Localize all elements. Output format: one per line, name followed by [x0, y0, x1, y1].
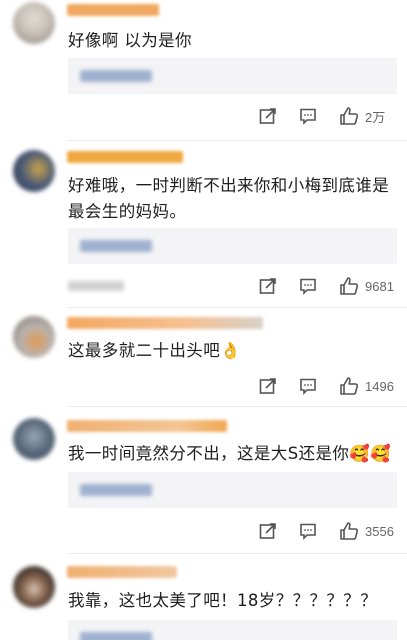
avatar[interactable]: [13, 316, 55, 358]
comment-text: 这最多就二十出头吧👌: [68, 341, 242, 360]
comment-text: 好难哦，一时判断不出来你和小梅到底谁是最会生的妈妈。: [68, 176, 390, 221]
comment-icon: [300, 278, 316, 295]
like-icon: [340, 277, 359, 295]
reply-preview[interactable]: [68, 58, 397, 94]
comment-text: 好像啊 以为是你: [68, 31, 192, 50]
divider: [68, 307, 407, 308]
comment-actions: 2万: [259, 105, 399, 127]
like-icon: [340, 522, 359, 540]
comment-icon: [300, 523, 316, 540]
divider: [68, 140, 407, 141]
comment-icon: [300, 378, 316, 395]
comment-button[interactable]: [299, 520, 317, 542]
like-icon: [340, 107, 359, 125]
username[interactable]: [67, 151, 183, 163]
like-count: 9681: [365, 278, 394, 294]
comment-actions: 3556: [259, 520, 399, 542]
username[interactable]: [67, 317, 263, 329]
share-button[interactable]: [259, 375, 277, 397]
comment-meta: [68, 281, 124, 291]
avatar[interactable]: [13, 418, 55, 460]
like-icon: [340, 377, 359, 395]
like-button[interactable]: 2万: [339, 105, 399, 127]
comment-actions: 9681: [259, 275, 399, 297]
like-count: 2万: [365, 109, 386, 125]
username[interactable]: [67, 566, 177, 578]
avatar[interactable]: [13, 566, 55, 608]
share-button[interactable]: [259, 275, 277, 297]
comment-actions: 1496: [259, 375, 399, 397]
reply-preview[interactable]: [68, 472, 397, 508]
share-icon: [259, 378, 276, 394]
like-button[interactable]: 1496: [339, 375, 399, 397]
share-icon: [259, 108, 276, 124]
share-icon: [259, 523, 276, 539]
comment-button[interactable]: [299, 275, 317, 297]
share-icon: [259, 278, 276, 294]
reply-preview[interactable]: [68, 228, 397, 264]
username[interactable]: [67, 4, 159, 16]
comment-icon: [300, 108, 316, 125]
divider: [68, 406, 407, 407]
divider: [68, 553, 407, 554]
comment-button[interactable]: [299, 375, 317, 397]
share-button[interactable]: [259, 105, 277, 127]
reply-preview[interactable]: [68, 620, 397, 640]
username[interactable]: [67, 420, 227, 432]
avatar[interactable]: [13, 2, 55, 44]
comment-text: 我靠，这也太美了吧！18岁？？？？？？: [68, 591, 378, 610]
like-count: 1496: [365, 378, 394, 394]
like-button[interactable]: 3556: [339, 520, 399, 542]
like-count: 3556: [365, 523, 394, 539]
comment-button[interactable]: [299, 105, 317, 127]
comment-text: 我一时间竟然分不出，这是大S还是你🥰🥰: [68, 444, 392, 463]
avatar[interactable]: [13, 150, 55, 192]
like-button[interactable]: 9681: [339, 275, 399, 297]
share-button[interactable]: [259, 520, 277, 542]
